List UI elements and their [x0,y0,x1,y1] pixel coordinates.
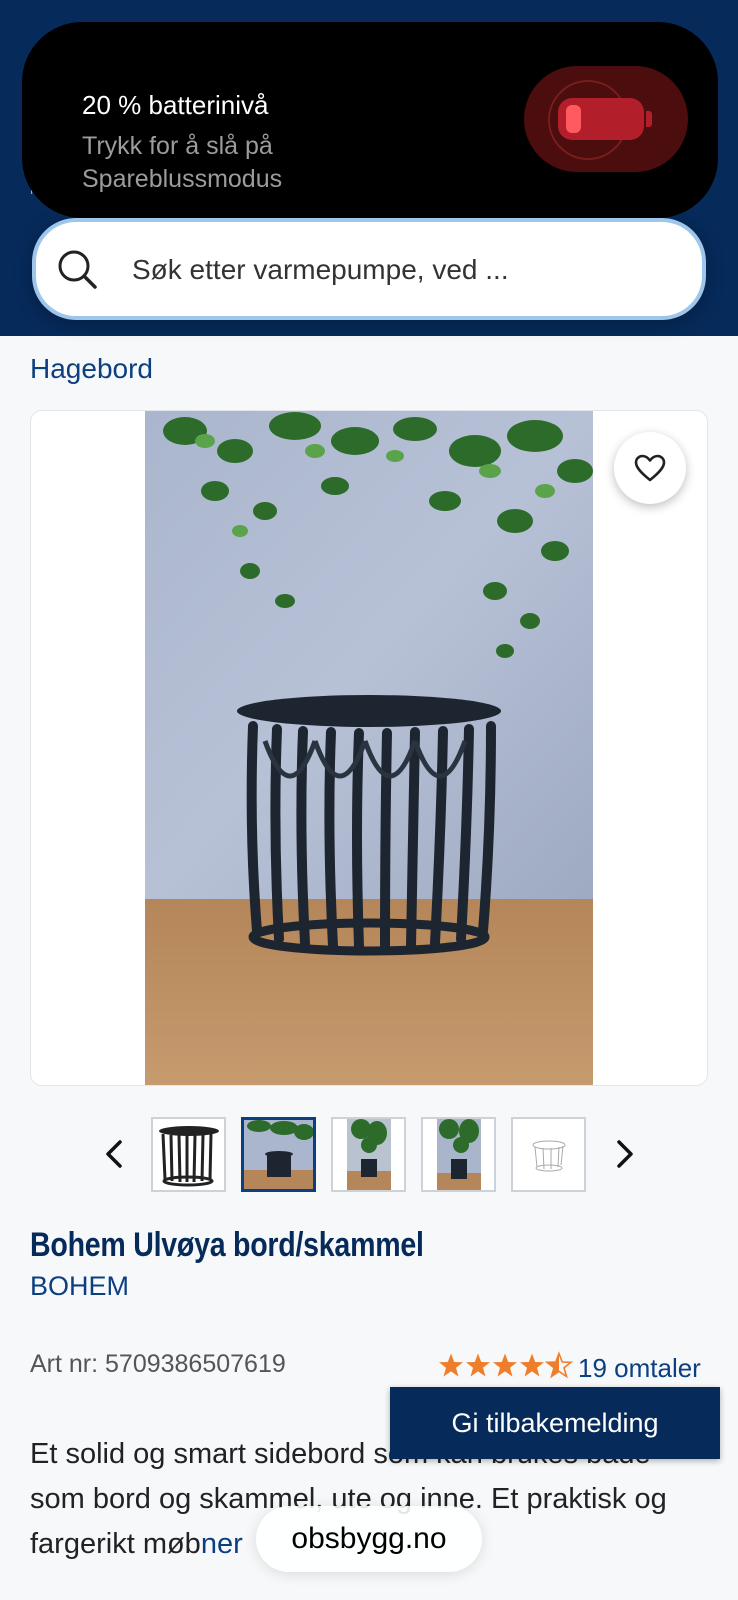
search-icon [58,250,97,289]
battery-low-icon [558,98,652,140]
thumbnail-4[interactable] [421,1117,496,1192]
thumbnail-next-icon[interactable] [609,1136,639,1172]
star-icon [466,1353,490,1377]
browser-url-bar[interactable]: obsbygg.no [256,1506,482,1572]
product-image-card [30,410,708,1086]
description-read-more-link[interactable]: ner [201,1528,243,1560]
product-title: Bohem Ulvøya bord/skammel [30,1226,424,1264]
battery-notification[interactable]: 20 % batterinivå Trykk for å slå på Spar… [22,22,718,218]
battery-indicator [524,66,688,172]
article-number: Art nr: 5709386507619 [30,1350,286,1378]
thumbnail-3[interactable] [331,1117,406,1192]
search-bar[interactable] [32,218,706,320]
favorite-button[interactable] [614,432,686,504]
breadcrumb-hagebord[interactable]: Hagebord [30,353,153,385]
battery-notification-title: 20 % batterinivå [82,90,269,120]
thumbnail-5[interactable] [511,1117,586,1192]
rating-stars[interactable] [438,1350,576,1380]
product-photo[interactable] [145,411,593,1085]
reviews-link[interactable]: 19 omtaler [578,1353,701,1384]
thumbnail-prev-icon[interactable] [100,1136,130,1172]
heart-icon [634,454,666,482]
thumbnail-1[interactable] [151,1117,226,1192]
feedback-button[interactable]: Gi tilbakemelding [390,1387,720,1459]
thumbnail-2[interactable] [241,1117,316,1192]
star-icon [439,1353,463,1377]
battery-notification-subtitle: Trykk for å slå på Spareblussmodus [82,132,283,193]
search-input[interactable] [132,252,672,288]
star-icon [493,1353,517,1377]
star-icon [520,1353,544,1377]
product-brand[interactable]: BOHEM [30,1271,129,1302]
